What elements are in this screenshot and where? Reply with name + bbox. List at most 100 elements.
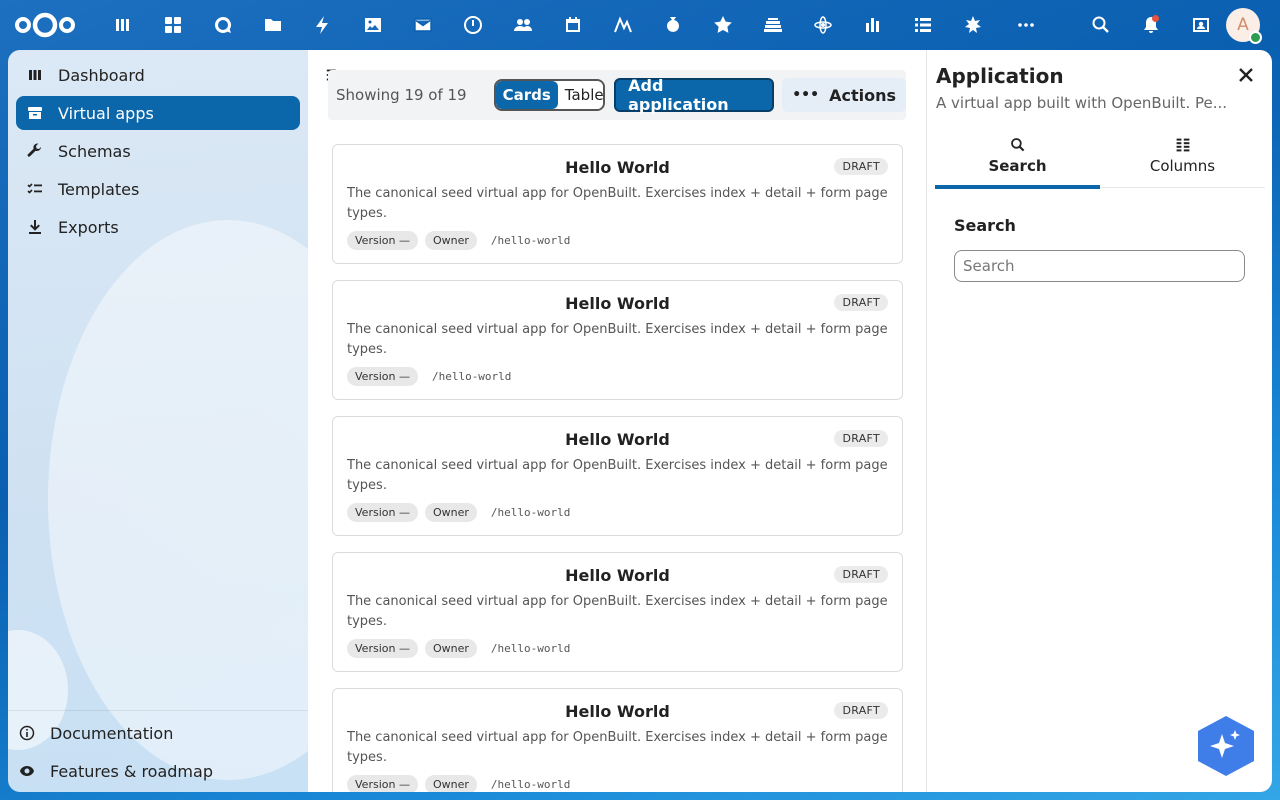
search-icon bbox=[1010, 138, 1024, 152]
version-chip: Version — bbox=[347, 639, 418, 658]
nav-footer: Documentation Features & roadmap bbox=[8, 710, 308, 792]
nav-item-label: Schemas bbox=[58, 141, 131, 161]
card-description: The canonical seed virtual app for OpenB… bbox=[347, 594, 888, 629]
result-count: Showing 19 of 19 bbox=[336, 86, 467, 104]
nextcloud-logo[interactable] bbox=[14, 11, 76, 39]
details-sidebar: Application A virtual app built with Ope… bbox=[926, 50, 1272, 792]
nav-item-label: Dashboard bbox=[58, 65, 145, 85]
contacts-menu-icon[interactable] bbox=[1176, 0, 1226, 50]
search-section-title: Search bbox=[954, 216, 1016, 235]
talk-icon[interactable] bbox=[198, 0, 248, 50]
close-icon bbox=[1239, 68, 1253, 82]
app-slug: /hello-world bbox=[490, 642, 571, 655]
activity-icon[interactable] bbox=[298, 0, 348, 50]
application-card[interactable]: Hello World DRAFT The canonical seed virtu… bbox=[332, 688, 903, 792]
nav-item-label: Templates bbox=[58, 179, 140, 199]
nav-item-label: Documentation bbox=[50, 723, 174, 743]
sidebar-subtitle: A virtual app built with OpenBuilt. Pe..… bbox=[936, 94, 1228, 112]
add-application-button[interactable]: Add application bbox=[614, 76, 775, 114]
ai-assistant-button[interactable] bbox=[1198, 716, 1254, 776]
stack-icon[interactable] bbox=[748, 0, 798, 50]
application-card[interactable]: Hello World DRAFT The canonical seed virtu… bbox=[332, 280, 903, 400]
bar-chart-icon[interactable] bbox=[848, 0, 898, 50]
application-card[interactable]: Hello World DRAFT The canonical seed virtu… bbox=[332, 552, 903, 672]
columns-icon bbox=[1176, 138, 1189, 152]
tab-columns[interactable]: Columns bbox=[1100, 134, 1265, 188]
dashboard-icon[interactable] bbox=[98, 0, 148, 50]
archive-icon bbox=[26, 104, 44, 122]
nav-list: Dashboard Virtual apps Schemas Templates Exp… bbox=[8, 50, 308, 244]
nav-item-templates[interactable]: Templates bbox=[16, 172, 300, 206]
nav-item-label: Features & roadmap bbox=[50, 761, 213, 781]
view-cards-button[interactable]: Cards bbox=[495, 81, 558, 109]
status-online-indicator bbox=[1249, 31, 1262, 44]
dashboard-icon bbox=[26, 66, 44, 84]
atom-icon[interactable] bbox=[798, 0, 848, 50]
nav-item-virtual-apps[interactable]: Virtual apps bbox=[16, 96, 300, 130]
toolbar: Showing 19 of 19 Cards Table Add applica… bbox=[328, 70, 906, 120]
star-icon[interactable] bbox=[698, 0, 748, 50]
header-right: A bbox=[1076, 0, 1280, 50]
tab-search[interactable]: Search bbox=[935, 134, 1100, 189]
card-description: The canonical seed virtual app for OpenB… bbox=[347, 730, 888, 765]
info-icon bbox=[18, 724, 36, 742]
files-icon[interactable] bbox=[248, 0, 298, 50]
calendar-icon[interactable] bbox=[548, 0, 598, 50]
card-title: Hello World bbox=[565, 158, 670, 177]
wizard-icon[interactable] bbox=[948, 0, 998, 50]
sidebar-tabs: Search Columns bbox=[935, 134, 1265, 189]
view-table-button[interactable]: Table bbox=[557, 81, 604, 109]
app-navigation: Dashboard Virtual apps Schemas Templates Exp… bbox=[8, 50, 308, 792]
close-sidebar-button[interactable] bbox=[1236, 65, 1256, 85]
card-title: Hello World bbox=[565, 566, 670, 585]
card-title: Hello World bbox=[565, 702, 670, 721]
owner-chip: Owner bbox=[424, 775, 477, 792]
more-icon: ••• bbox=[792, 87, 820, 103]
version-chip: Version — bbox=[347, 231, 418, 250]
nav-item-documentation[interactable]: Documentation bbox=[8, 716, 308, 750]
app-menu bbox=[98, 0, 1054, 50]
main-content: Showing 19 of 19 Cards Table Add applica… bbox=[308, 50, 926, 792]
clock-icon[interactable] bbox=[448, 0, 498, 50]
money-bag-icon[interactable] bbox=[648, 0, 698, 50]
list-icon[interactable] bbox=[898, 0, 948, 50]
user-avatar[interactable]: A bbox=[1226, 8, 1262, 44]
view-toggle: Cards Table bbox=[493, 79, 606, 111]
card-title: Hello World bbox=[565, 294, 670, 313]
version-chip: Version — bbox=[347, 367, 418, 386]
status-badge: DRAFT bbox=[834, 702, 888, 719]
apps-grid-icon[interactable] bbox=[148, 0, 198, 50]
analytics-icon[interactable] bbox=[598, 0, 648, 50]
status-badge: DRAFT bbox=[834, 430, 888, 447]
card-title: Hello World bbox=[565, 430, 670, 449]
contacts-icon[interactable] bbox=[498, 0, 548, 50]
app-slug: /hello-world bbox=[431, 370, 512, 383]
tab-columns-label: Columns bbox=[1149, 157, 1216, 175]
owner-chip: Owner bbox=[424, 231, 477, 250]
version-chip: Version — bbox=[347, 775, 418, 792]
status-badge: DRAFT bbox=[834, 566, 888, 583]
eye-icon bbox=[18, 762, 36, 780]
actions-button[interactable]: ••• Actions bbox=[782, 78, 906, 112]
tab-search-label: Search bbox=[988, 157, 1047, 175]
mail-icon[interactable] bbox=[398, 0, 448, 50]
nav-item-exports[interactable]: Exports bbox=[16, 210, 300, 244]
card-list: Hello World DRAFT The canonical seed virtu… bbox=[332, 144, 903, 792]
more-icon[interactable] bbox=[998, 0, 1054, 50]
nav-item-schemas[interactable]: Schemas bbox=[16, 134, 300, 168]
nav-item-dashboard[interactable]: Dashboard bbox=[16, 58, 300, 92]
application-card[interactable]: Hello World DRAFT The canonical seed virtu… bbox=[332, 416, 903, 536]
application-card[interactable]: Hello World DRAFT The canonical seed virtu… bbox=[332, 144, 903, 264]
app-slug: /hello-world bbox=[490, 778, 571, 791]
sidebar-search-input[interactable] bbox=[954, 250, 1245, 282]
card-meta: Version — Owner/hello-world bbox=[347, 231, 570, 250]
notification-dot bbox=[1152, 15, 1159, 22]
nav-item-label: Exports bbox=[58, 217, 119, 237]
photos-icon[interactable] bbox=[348, 0, 398, 50]
card-meta: Version — /hello-world bbox=[347, 367, 511, 386]
nav-item-label: Virtual apps bbox=[58, 103, 154, 123]
notifications-icon[interactable] bbox=[1126, 0, 1176, 50]
search-icon[interactable] bbox=[1076, 0, 1126, 50]
card-meta: Version — Owner/hello-world bbox=[347, 775, 570, 792]
nav-item-features-roadmap[interactable]: Features & roadmap bbox=[8, 754, 308, 788]
